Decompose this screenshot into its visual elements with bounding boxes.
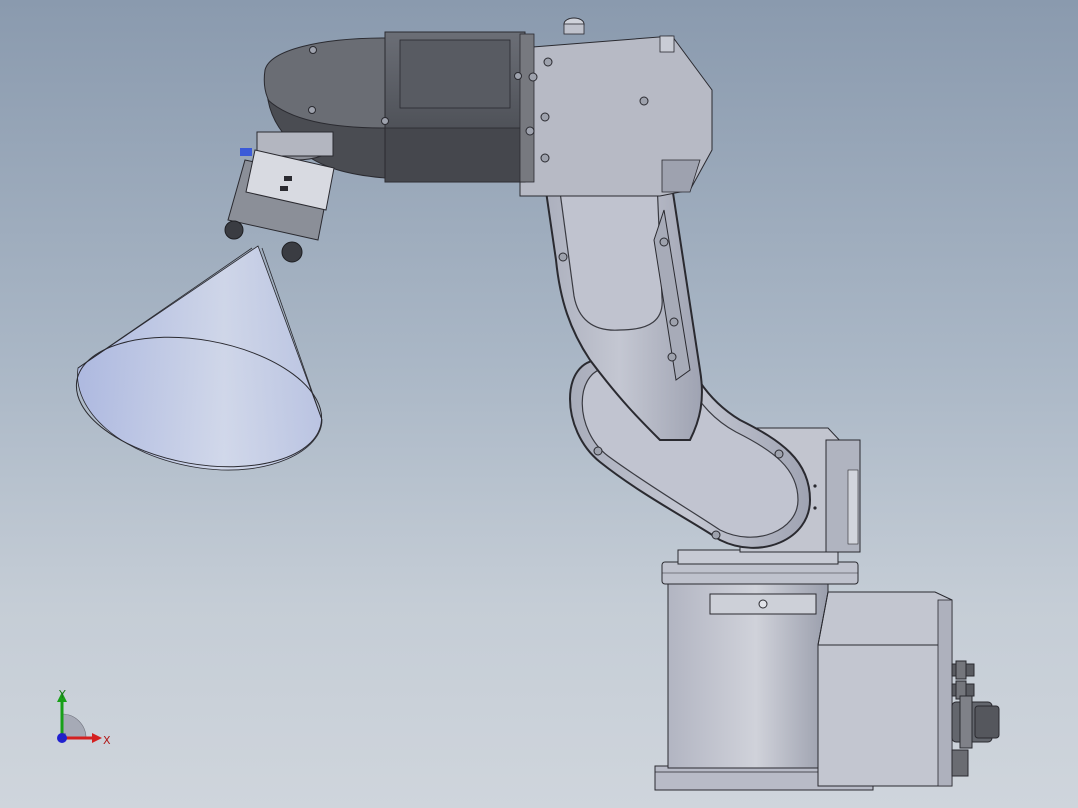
triad-z-label: Z [60, 733, 67, 743]
robot-arm-model[interactable] [0, 0, 1078, 808]
end-effector[interactable] [224, 131, 335, 263]
graphics-viewport[interactable]: Y X Z [0, 0, 1078, 808]
reference-triad[interactable]: Y X Z [40, 680, 130, 760]
camera-fov-cone[interactable] [66, 245, 332, 485]
elbow-housing[interactable] [519, 17, 713, 197]
triad-x-label: X [103, 734, 111, 747]
robot-base[interactable] [654, 549, 1000, 791]
connector-ports [951, 660, 1000, 777]
triad-graphic [57, 692, 102, 743]
triad-y-label: Y [59, 688, 66, 701]
base-controller-box [817, 591, 953, 787]
